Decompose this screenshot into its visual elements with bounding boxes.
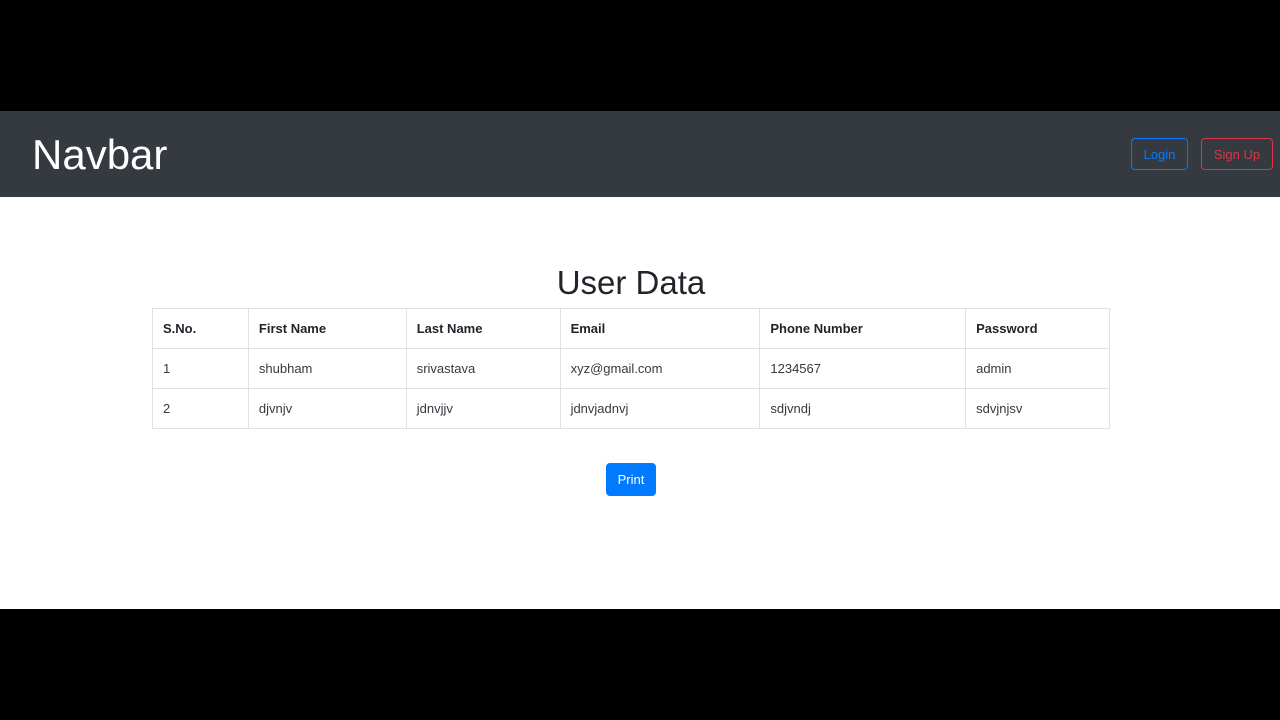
cell-phone-number: 1234567 — [759, 348, 967, 389]
letterbox-top — [0, 0, 1280, 111]
cell-first-name: shubham — [247, 348, 407, 389]
cell-sno: 1 — [152, 348, 249, 389]
cell-first-name: djvnjv — [247, 388, 407, 429]
header-phone-number: Phone Number — [759, 308, 967, 349]
letterbox-bottom — [0, 609, 1280, 720]
cell-phone-number: sdjvndj — [759, 388, 967, 429]
login-button[interactable]: Login — [1131, 138, 1188, 170]
cell-email: xyz@gmail.com — [559, 348, 761, 389]
cell-last-name: srivastava — [405, 348, 561, 389]
cell-last-name: jdnvjjv — [405, 388, 561, 429]
header-password: Password — [965, 308, 1110, 349]
table-row: 1 shubham srivastava xyz@gmail.com 12345… — [152, 348, 1110, 389]
table-header-row: S.No. First Name Last Name Email Phone N… — [152, 308, 1110, 349]
user-data-table: S.No. First Name Last Name Email Phone N… — [152, 308, 1110, 429]
cell-password: admin — [965, 348, 1110, 389]
header-sno: S.No. — [152, 308, 249, 349]
table-row: 2 djvnjv jdnvjjv jdnvjadnvj sdjvndj sdvj… — [152, 388, 1110, 429]
navbar: Navbar Login Sign Up — [0, 111, 1280, 197]
cell-password: sdvjnjsv — [965, 388, 1110, 429]
browser-viewport: Navbar Login Sign Up User Data S.No. Fir… — [0, 111, 1280, 609]
header-email: Email — [559, 308, 761, 349]
print-button[interactable]: Print — [606, 463, 656, 496]
header-last-name: Last Name — [405, 308, 561, 349]
header-first-name: First Name — [247, 308, 407, 349]
signup-button[interactable]: Sign Up — [1201, 138, 1273, 170]
cell-sno: 2 — [152, 388, 249, 429]
page-title: User Data — [556, 264, 706, 302]
cell-email: jdnvjadnvj — [559, 388, 761, 429]
navbar-brand[interactable]: Navbar — [32, 131, 167, 179]
